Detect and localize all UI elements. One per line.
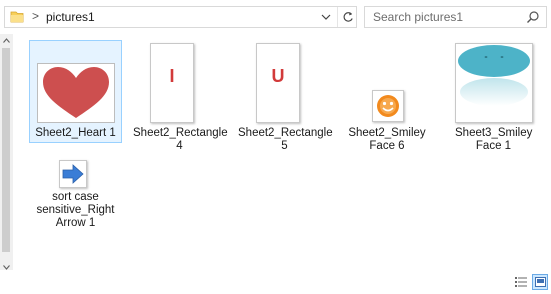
file-thumbnail [37,63,115,123]
rectangle-glyph: I [169,66,175,86]
details-view-icon [515,277,527,287]
address-bar[interactable]: > pictures1 [4,6,357,28]
file-name-label: Sheet2_Smiley Face 6 [348,127,426,152]
breadcrumb-current-folder[interactable]: pictures1 [46,10,95,24]
file-name-label: Sheet2_Heart 1 [35,127,116,139]
file-thumbnail [455,43,533,123]
refresh-icon [343,12,353,22]
file-thumbnail: I [150,43,194,123]
file-item[interactable]: Sheet3_Smiley Face 1 [447,40,540,152]
file-name-label: sort case sensitive_Right Arrow 1 [36,191,115,229]
file-name-label: Sheet2_Rectangle 4 [133,127,228,152]
address-history-dropdown[interactable] [316,7,336,27]
file-thumbnail [59,160,87,188]
file-item[interactable]: Sheet2_Smiley Face 6 [343,40,436,152]
file-name-label: Sheet2_Rectangle 5 [238,127,333,152]
chevron-up-icon [3,38,10,43]
search-box[interactable] [364,6,547,28]
breadcrumb-separator[interactable]: > [32,9,39,23]
file-item[interactable]: sort case sensitive_Right Arrow 1 [29,152,122,234]
search-input[interactable] [365,7,523,27]
smiley-face-icon [377,95,399,117]
folder-icon [10,11,24,23]
file-item[interactable]: I Sheet2_Rectangle 4 [133,40,228,152]
file-item[interactable]: Sheet2_Heart 1 [29,40,122,143]
heart-icon [43,67,109,118]
ellipse-face-icon [458,45,530,106]
right-arrow-icon [62,164,84,184]
chevron-down-icon [321,14,331,20]
large-icons-view-button[interactable] [532,274,548,290]
rectangle-glyph: U [271,66,285,86]
file-thumbnail: U [256,43,300,123]
scroll-up-button[interactable] [0,34,13,47]
file-thumbnail [372,90,404,122]
scrollbar-thumb[interactable] [2,48,10,252]
search-icon[interactable] [526,10,540,24]
file-name-label: Sheet3_Smiley Face 1 [455,127,533,152]
file-item[interactable]: U Sheet2_Rectangle 5 [238,40,333,152]
navigation-bar: > pictures1 [0,0,551,34]
details-view-button[interactable] [513,274,529,290]
vertical-scrollbar[interactable] [0,34,13,274]
large-icons-view-icon [534,277,546,287]
status-bar [0,270,551,294]
refresh-button[interactable] [337,7,358,27]
